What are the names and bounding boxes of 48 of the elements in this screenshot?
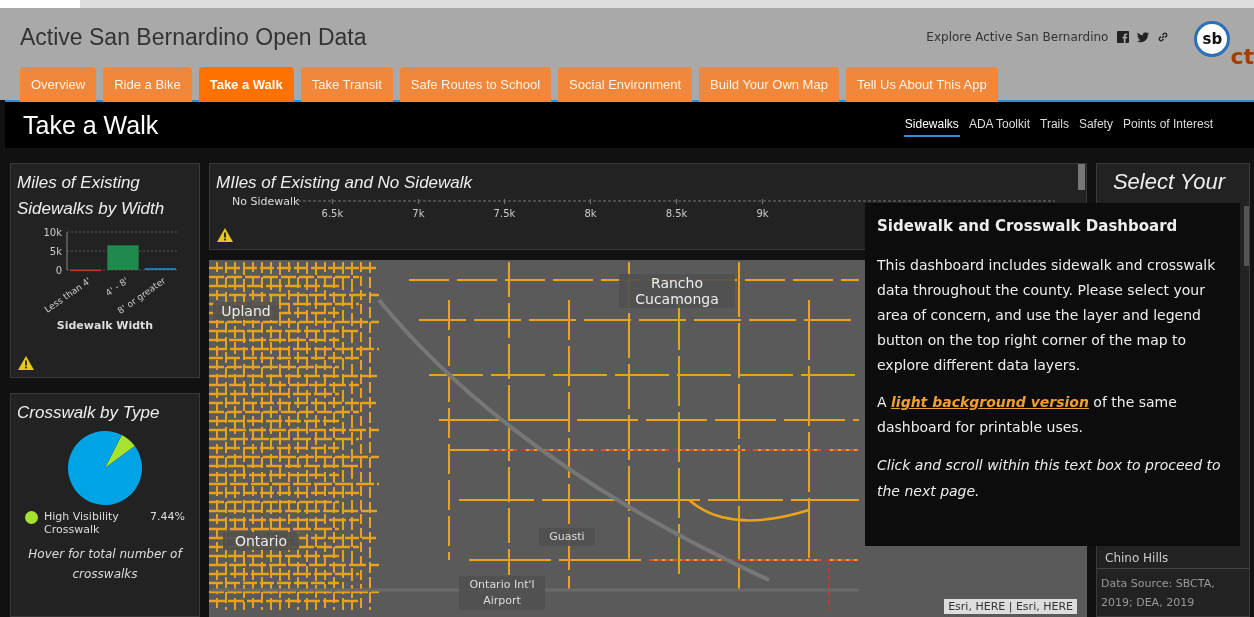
twitter-icon[interactable] bbox=[1136, 30, 1151, 44]
place-label: Rancho Cucamonga bbox=[619, 274, 735, 308]
section-tab[interactable]: ADA Toolkit bbox=[967, 113, 1032, 137]
hint-text: Hover for total number of crosswalks bbox=[27, 546, 184, 583]
legend-value: 7.44% bbox=[150, 510, 185, 523]
place-label: Ontario bbox=[223, 532, 299, 550]
axis-tick-label: 9k bbox=[756, 208, 769, 219]
axis-tick-label: 7k bbox=[412, 208, 425, 219]
axis-tick-label: 5k bbox=[49, 246, 62, 257]
axis-title: Sidewalk Width bbox=[55, 319, 155, 332]
warning-icon bbox=[216, 227, 234, 243]
axis-category-label: 4' - 8' bbox=[103, 275, 131, 299]
facebook-icon[interactable] bbox=[1116, 30, 1131, 44]
city-list-item[interactable]: Chino Hills bbox=[1097, 547, 1249, 569]
warning-icon bbox=[17, 355, 35, 371]
axis-category-label: No Sidewalk bbox=[232, 196, 300, 208]
bar bbox=[70, 269, 102, 272]
section-tab[interactable]: Sidewalks bbox=[903, 113, 960, 137]
logo-badge: sb bbox=[1194, 21, 1231, 57]
axis-tick-label: 6.5k bbox=[321, 208, 344, 219]
legend-label: High Visibility Crosswalk bbox=[44, 510, 120, 536]
axis-category-label: Less than 4' bbox=[42, 275, 93, 315]
axis-tick-label: 0 bbox=[55, 265, 62, 276]
light-version-link[interactable]: light background version bbox=[891, 394, 1089, 410]
map-attribution: Esri, HERE | Esri, HERE bbox=[944, 599, 1077, 614]
panel-title: Select Your bbox=[1111, 168, 1227, 196]
panel-title: Crosswalk by Type bbox=[16, 402, 161, 424]
site-title: Active San Bernardino Open Data bbox=[20, 23, 368, 51]
place-label: Upland bbox=[213, 302, 279, 320]
axis-tick-label: 8k bbox=[584, 208, 597, 219]
logo-text: ct bbox=[1230, 46, 1254, 68]
place-label: Ontario Int'l Airport bbox=[459, 576, 545, 610]
bar bbox=[107, 245, 139, 270]
axis-tick-label: 7.5k bbox=[493, 208, 516, 219]
page-title: Take a Walk bbox=[22, 110, 160, 140]
axis-tick-label: 10k bbox=[43, 227, 62, 238]
scrollbar-thumb[interactable] bbox=[1244, 206, 1249, 266]
data-source-text: Data Source: SBCTA, 2019; DEA, 2019 bbox=[1100, 576, 1216, 611]
section-tab[interactable]: Trails bbox=[1039, 113, 1070, 137]
section-tab[interactable]: Points of Interest bbox=[1121, 113, 1214, 137]
explore-link[interactable]: Explore Active San Bernardino bbox=[926, 30, 1109, 44]
axis-tick-label: 8.5k bbox=[665, 208, 688, 219]
panel-title: MIles of Existing and No Sidewalk bbox=[215, 172, 474, 194]
place-label: Guasti bbox=[539, 528, 595, 546]
section-tab[interactable]: Safety bbox=[1077, 113, 1114, 137]
scrollbar-thumb[interactable] bbox=[1078, 164, 1085, 190]
popup-title: Sidewalk and Crosswalk Dashboard bbox=[877, 217, 1179, 235]
panel-title: Miles of Existing Sidewalks by Width bbox=[16, 172, 166, 220]
